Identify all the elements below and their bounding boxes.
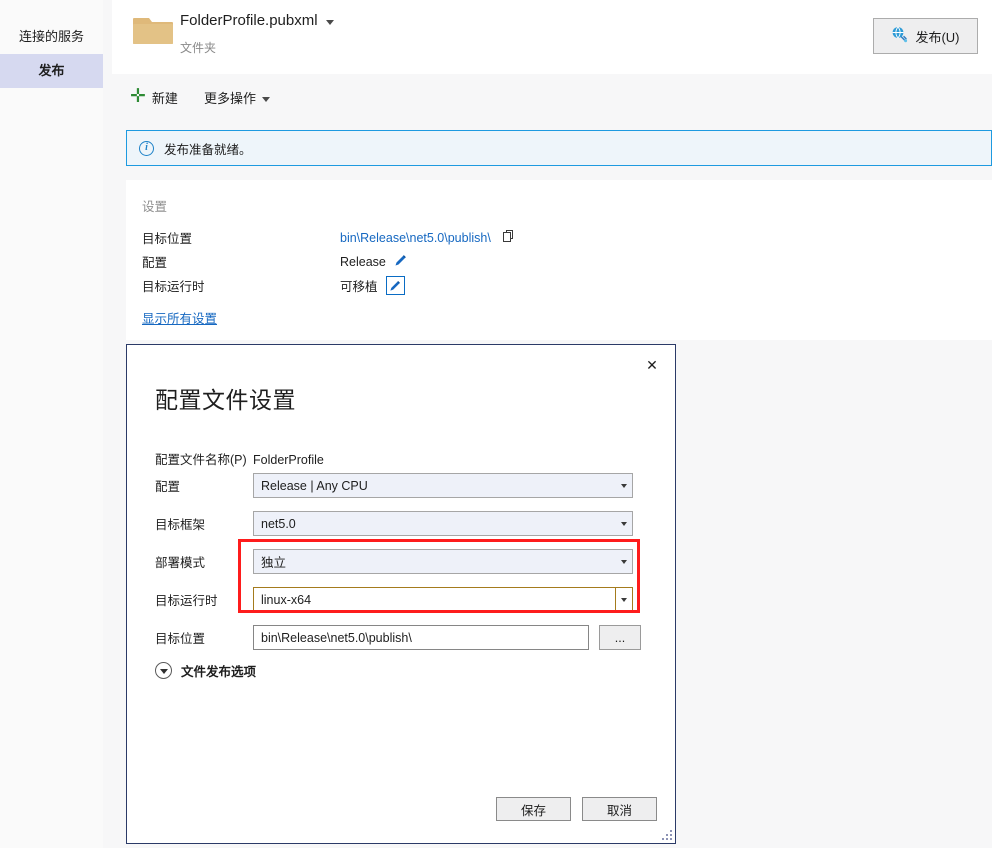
app-root: 连接的服务 发布 FolderProfile.pubxml 文件夹 发布(U) … (0, 0, 992, 848)
field-label: 部署模式 (155, 556, 206, 570)
chevron-down-icon[interactable] (615, 550, 632, 573)
profile-title-row[interactable]: FolderProfile.pubxml (180, 12, 334, 29)
folder-icon (132, 14, 174, 48)
field-label: 目标运行时 (155, 594, 218, 608)
profile-header-card: FolderProfile.pubxml 文件夹 发布(U) (112, 0, 992, 74)
field-row-target-runtime: 目标运行时 linux-x64 (155, 587, 633, 612)
target-runtime-combobox-value: linux-x64 (261, 592, 312, 607)
new-profile-button[interactable]: ✛ 新建 (130, 85, 178, 107)
setting-label: 配置 (142, 256, 168, 270)
target-framework-combobox[interactable]: net5.0 (253, 511, 633, 536)
setting-row-configuration: 配置 Release (142, 252, 408, 271)
pencil-icon[interactable] (394, 253, 408, 270)
chevron-down-icon[interactable] (615, 588, 632, 611)
close-icon[interactable]: ✕ (639, 355, 665, 377)
target-location-input[interactable]: bin\Release\net5.0\publish\ (253, 625, 589, 650)
toolbar: ✛ 新建 更多操作 (112, 74, 992, 120)
field-label: 目标框架 (155, 518, 206, 532)
deployment-mode-combobox[interactable]: 独立 (253, 549, 633, 574)
sidebar-item-publish[interactable]: 发布 (0, 54, 103, 88)
file-publish-options-expander[interactable]: 文件发布选项 (155, 661, 256, 680)
publish-globe-icon (891, 26, 908, 46)
field-row-configuration: 配置 Release | Any CPU (155, 473, 633, 498)
configuration-combobox[interactable]: Release | Any CPU (253, 473, 633, 498)
field-row-target-framework: 目标框架 net5.0 (155, 511, 633, 536)
setting-label: 目标位置 (142, 232, 193, 246)
sidebar-item-label: 发布 (38, 63, 65, 78)
setting-row-target-runtime: 目标运行时 可移植 (142, 276, 405, 295)
sidebar: 连接的服务 发布 (0, 0, 103, 848)
chevron-down-icon[interactable] (615, 512, 632, 535)
chevron-down-icon[interactable] (325, 20, 334, 25)
show-all-settings-link[interactable]: 显示所有设置 (142, 308, 217, 327)
chevron-down-icon[interactable] (615, 474, 632, 497)
browse-button[interactable]: ... (599, 625, 641, 650)
setting-label: 目标运行时 (142, 280, 205, 294)
field-row-deployment-mode: 部署模式 独立 (155, 549, 633, 574)
settings-section-title: 设置 (142, 200, 168, 214)
status-info-bar: i 发布准备就绪。 (126, 130, 992, 166)
chevron-down-circle-icon (155, 662, 172, 679)
profile-settings-dialog: ✕ 配置文件设置 配置文件名称(P) FolderProfile 配置 Rele… (126, 344, 676, 844)
resize-grip[interactable] (660, 828, 672, 840)
publish-button-label: 发布(U) (915, 29, 960, 45)
setting-row-target-location: 目标位置 bin\Release\net5.0\publish\ (142, 228, 516, 247)
configuration-combobox-value: Release | Any CPU (261, 478, 368, 493)
save-button[interactable]: 保存 (496, 797, 571, 821)
publish-button[interactable]: 发布(U) (873, 18, 978, 54)
more-actions-label: 更多操作 (203, 90, 256, 106)
setting-value: Release (340, 254, 386, 269)
field-row-target-location: 目标位置 bin\Release\net5.0\publish\ ... (155, 625, 641, 650)
cancel-button[interactable]: 取消 (582, 797, 657, 821)
target-framework-combobox-value: net5.0 (261, 516, 296, 531)
status-message: 发布准备就绪。 (164, 142, 252, 157)
profile-name-row: 配置文件名称(P) FolderProfile (155, 449, 324, 468)
settings-card: 设置 目标位置 bin\Release\net5.0\publish\ 配置 R… (126, 180, 992, 340)
sidebar-item-connected-services[interactable]: 连接的服务 (0, 20, 103, 54)
more-actions-button[interactable]: 更多操作 (204, 88, 270, 107)
field-label: 配置 (155, 480, 181, 494)
sidebar-item-label: 连接的服务 (18, 29, 84, 44)
pencil-boxed-icon[interactable] (385, 276, 405, 295)
profile-name-label: 配置文件名称(P) (155, 453, 247, 467)
profile-subtitle: 文件夹 (180, 41, 217, 55)
file-publish-options-label: 文件发布选项 (181, 665, 257, 679)
new-profile-label: 新建 (151, 90, 178, 106)
target-location-value: bin\Release\net5.0\publish\ (261, 630, 412, 645)
chevron-down-icon (261, 96, 270, 102)
field-label: 目标位置 (155, 632, 206, 646)
setting-value: 可移植 (340, 280, 378, 294)
page-title: FolderProfile.pubxml (180, 12, 318, 29)
deployment-mode-combobox-value: 独立 (261, 556, 287, 570)
plus-icon: ✛ (130, 85, 146, 107)
info-icon: i (139, 140, 154, 156)
target-runtime-combobox[interactable]: linux-x64 (253, 587, 633, 612)
copy-icon[interactable] (502, 229, 516, 246)
profile-name-value: FolderProfile (253, 453, 324, 467)
dialog-title: 配置文件设置 (155, 387, 296, 413)
setting-value-link[interactable]: bin\Release\net5.0\publish\ (340, 231, 491, 245)
